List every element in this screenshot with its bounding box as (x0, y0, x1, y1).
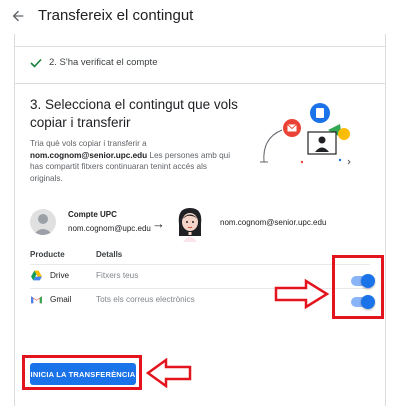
destination-account-email: nom.cognom@senior.upc.edu (220, 218, 327, 227)
product-name: Drive (50, 271, 70, 280)
description-prefix: Tria què vols copiar i transferir a (30, 139, 147, 148)
top-bar: Transfereix el contingut (0, 0, 400, 34)
destination-avatar (178, 208, 202, 242)
annotation-arrow-icon (146, 358, 192, 388)
drive-icon (31, 270, 42, 281)
step-description: Tria què vols copiar i transferir a nom.… (30, 138, 240, 184)
gmail-icon (31, 295, 42, 304)
description-email: nom.cognom@senior.upc.edu (30, 150, 148, 160)
source-avatar (30, 209, 56, 235)
transfer-illustration-icon (260, 103, 351, 165)
arrow-right-icon: → (152, 216, 165, 231)
step-verified: 2. S'ha verificat el compte (30, 57, 157, 68)
arrow-back-icon[interactable] (10, 8, 26, 24)
account-transfer-row: Compte UPC nom.cognom@upc.edu → nom.cogn… (30, 206, 370, 246)
product-details: Tots els correus electrònics (96, 295, 195, 304)
source-account-name: Compte UPC (68, 210, 117, 219)
column-header-product: Producte (30, 250, 65, 259)
check-icon (30, 58, 42, 68)
step-select-title: 3. Selecciona el contingut que vols copi… (30, 97, 238, 130)
divider (14, 83, 386, 84)
annotation-arrow-icon (274, 278, 330, 310)
product-details: Fitxers teus (96, 271, 139, 280)
product-name: Gmail (50, 295, 72, 304)
divider (14, 46, 386, 47)
annotation-highlight-box (332, 255, 384, 319)
start-transfer-button[interactable]: INICIA LA TRANSFERÈNCIA (30, 363, 136, 385)
page-title: Transfereix el contingut (38, 7, 194, 24)
step-verified-label: 2. S'ha verificat el compte (49, 57, 158, 68)
source-account-email: nom.cognom@upc.edu (68, 224, 151, 233)
person-icon (33, 214, 53, 235)
column-header-details: Detalls (96, 250, 123, 259)
